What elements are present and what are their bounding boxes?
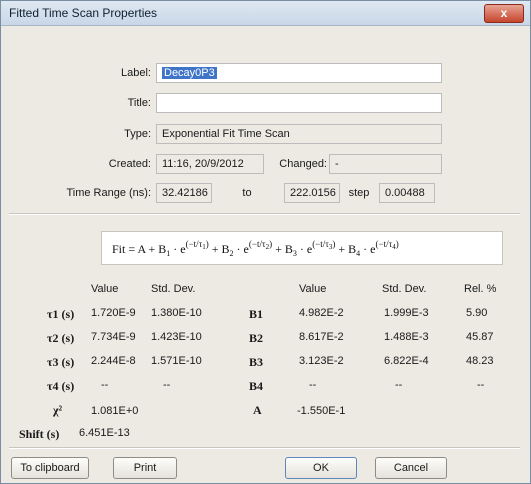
fit-formula: Fit = A + B1 · e(−t/τ1) + B2 · e(−t/τ2) …	[101, 231, 503, 265]
title-input[interactable]	[156, 93, 442, 113]
separator	[9, 213, 520, 215]
time-range-from: 32.42186	[156, 183, 212, 203]
right-header-std: Std. Dev.	[382, 283, 427, 295]
to-caption: to	[242, 187, 252, 199]
row-label-a: A	[253, 403, 262, 417]
row-label-b2: B2	[249, 331, 264, 345]
row-label-b3: B3	[249, 355, 264, 369]
b2-std: 1.488E-3	[384, 331, 429, 343]
left-header-std: Std. Dev.	[151, 283, 196, 295]
left-header-value: Value	[91, 283, 119, 295]
label-input[interactable]: Decay0P3	[156, 63, 442, 83]
shift-value: 6.451E-13	[79, 427, 130, 439]
created-value: 11:16, 20/9/2012	[156, 154, 264, 174]
dialog-title: Fitted Time Scan Properties	[9, 6, 158, 20]
changed-value: -	[329, 154, 442, 174]
tau2-value: 7.734E-9	[91, 331, 136, 343]
ok-button[interactable]: OK	[285, 457, 357, 479]
step-value: 0.00488	[379, 183, 435, 203]
b3-rel: 48.23	[466, 355, 494, 367]
cancel-button[interactable]: Cancel	[375, 457, 447, 479]
chi2-value: 1.081E+0	[91, 405, 139, 417]
changed-caption: Changed:	[279, 158, 327, 170]
tau2-std: 1.423E-10	[151, 331, 202, 343]
right-header-value: Value	[299, 283, 327, 295]
close-icon[interactable]: x	[484, 4, 524, 23]
b1-rel: 5.90	[466, 307, 488, 319]
b4-value: --	[309, 379, 317, 391]
tau4-value: --	[101, 379, 109, 391]
type-caption: Type:	[124, 128, 151, 140]
b3-value: 3.123E-2	[299, 355, 344, 367]
row-label-shift: Shift (s)	[19, 427, 60, 441]
a-value: -1.550E-1	[297, 405, 346, 417]
title-bar[interactable]: Fitted Time Scan Properties x	[1, 1, 530, 26]
separator	[9, 447, 520, 449]
title-caption: Title:	[127, 97, 151, 109]
tau3-value: 2.244E-8	[91, 355, 136, 367]
b4-std: --	[395, 379, 403, 391]
row-label-tau1: τ1 (s)	[47, 307, 75, 321]
right-header-rel: Rel. %	[464, 283, 497, 295]
tau3-std: 1.571E-10	[151, 355, 202, 367]
b2-value: 8.617E-2	[299, 331, 344, 343]
properties-dialog: Fitted Time Scan Properties x Label: Dec…	[0, 0, 531, 484]
tau1-std: 1.380E-10	[151, 307, 202, 319]
to-clipboard-button[interactable]: To clipboard	[11, 457, 89, 479]
step-caption: step	[348, 187, 370, 199]
created-caption: Created:	[108, 158, 151, 170]
time-range-to: 222.0156	[284, 183, 340, 203]
tau4-std: --	[163, 379, 171, 391]
print-button[interactable]: Print	[113, 457, 177, 479]
b1-value: 4.982E-2	[299, 307, 344, 319]
tau1-value: 1.720E-9	[91, 307, 136, 319]
row-label-chi2: χ²	[53, 403, 63, 417]
row-label-b1: B1	[249, 307, 264, 321]
row-label-b4: B4	[249, 379, 264, 393]
fit-formula-text: Fit = A + B1 · e(−t/τ1) + B2 · e(−t/τ2) …	[112, 239, 399, 258]
time-range-caption: Time Range (ns):	[66, 187, 151, 199]
label-value: Decay0P3	[162, 67, 217, 79]
type-value: Exponential Fit Time Scan	[156, 124, 442, 144]
b4-rel: --	[477, 379, 485, 391]
row-label-tau4: τ4 (s)	[47, 379, 75, 393]
b2-rel: 45.87	[466, 331, 494, 343]
row-label-tau3: τ3 (s)	[47, 355, 75, 369]
b1-std: 1.999E-3	[384, 307, 429, 319]
row-label-tau2: τ2 (s)	[47, 331, 75, 345]
label-caption: Label:	[121, 67, 151, 79]
b3-std: 6.822E-4	[384, 355, 429, 367]
fit-formula-svg: Fit = A + B1 · e(−t/τ1) + B2 · e(−t/τ2) …	[112, 239, 399, 258]
